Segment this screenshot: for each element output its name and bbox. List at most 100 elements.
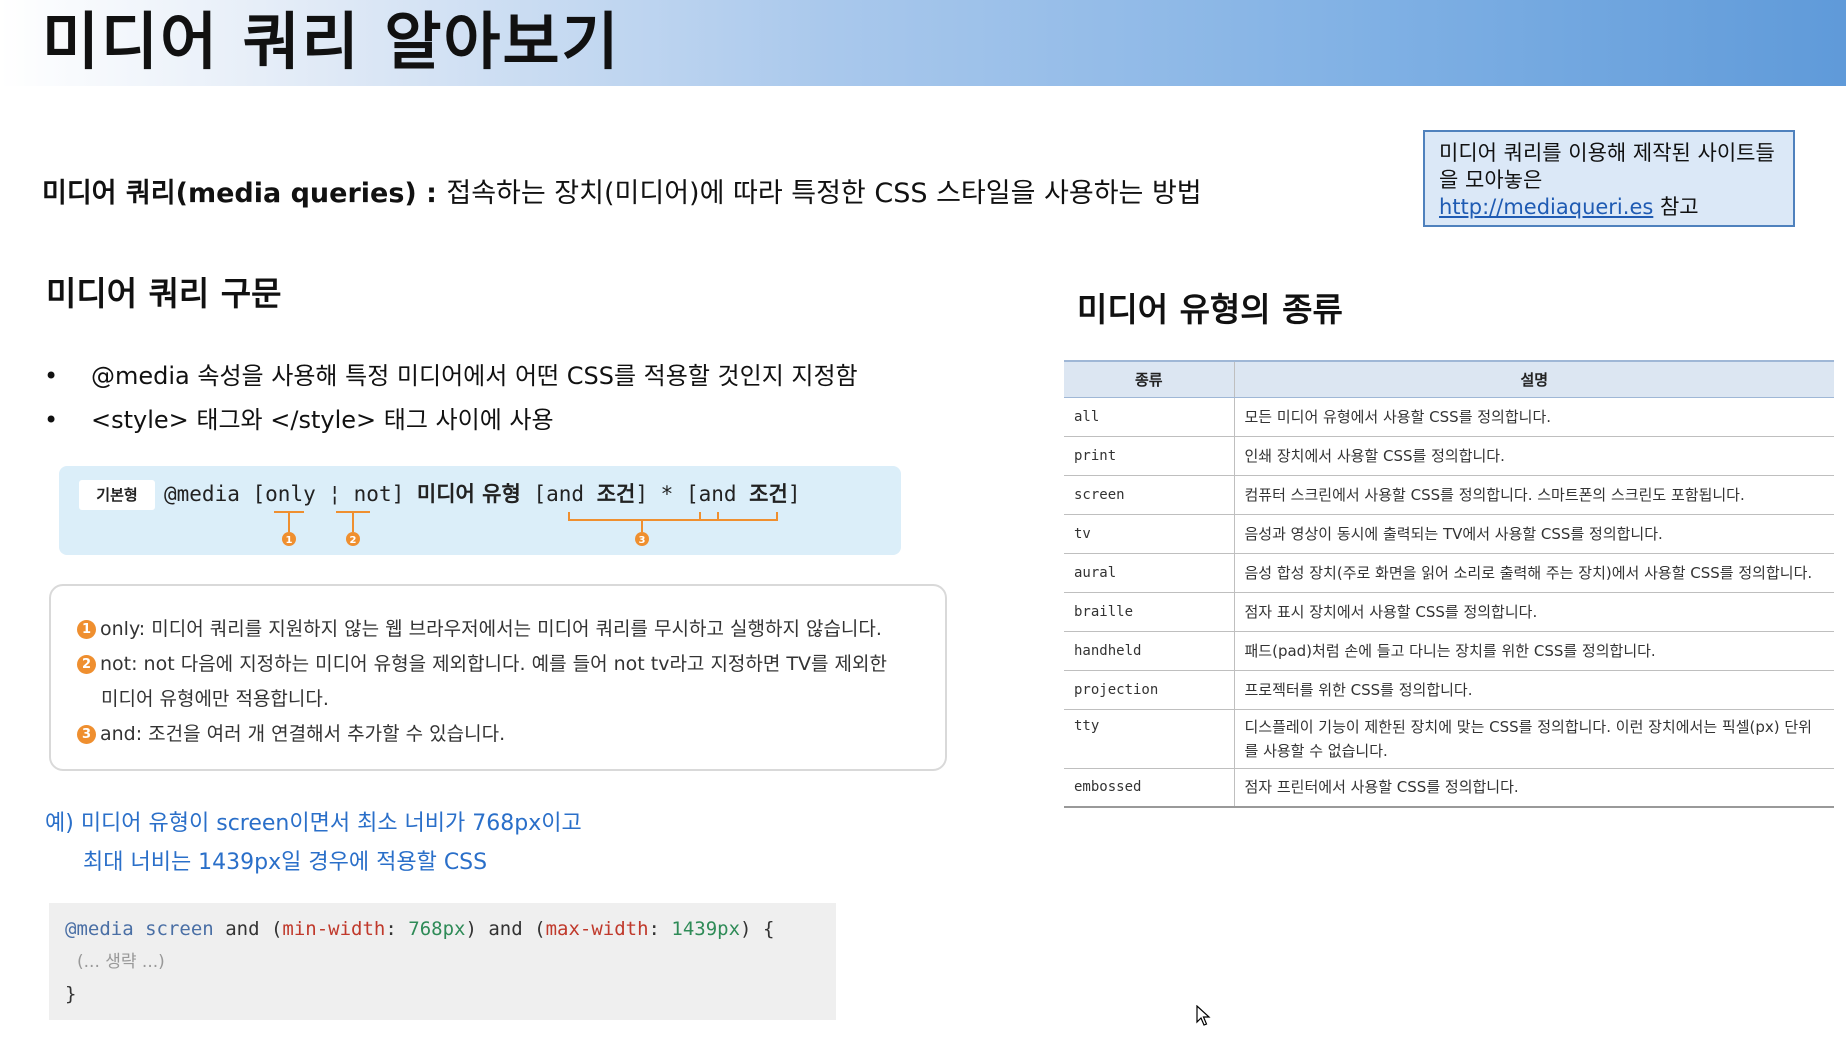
table-row: tty 디스플레이 기능이 제한된 장치에 맞는 CSS를 정의합니다. 이런 장… — [1064, 709, 1834, 769]
definition-term: 미디어 쿼리(media queries) — [42, 178, 417, 209]
explanation-item: 2 not: not 다음에 지정하는 미디어 유형을 제외합니다. 예를 들어 … — [77, 647, 919, 682]
media-type-cell: tty — [1064, 709, 1235, 769]
column-header-type: 종류 — [1064, 360, 1235, 398]
table-row: screen 컴퓨터 스크린에서 사용할 CSS를 정의합니다. 스마트폰의 스크… — [1064, 475, 1834, 515]
description-cell: 점자 표시 장치에서 사용할 CSS를 정의합니다. — [1234, 592, 1834, 632]
code-line-1: @media screen and (min-width: 768px) and… — [65, 918, 775, 940]
code-line-3: } — [65, 978, 820, 1010]
reference-suffix: 참고 — [1653, 195, 1699, 219]
description-cell: 프로젝터를 위한 CSS를 정의합니다. — [1234, 670, 1834, 710]
code-screen: screen — [145, 918, 214, 940]
syntax-and1-cond: 조건 — [596, 482, 636, 506]
description-cell: 디스플레이 기능이 제한된 장치에 맞는 CSS를 정의합니다. 이런 장치에서… — [1234, 709, 1834, 769]
media-type-cell: tv — [1064, 514, 1235, 554]
bullet-icon: • — [44, 362, 59, 390]
page-title: 미디어 쿼리 알아보기 — [42, 5, 621, 78]
explanation-text: and: 조건을 여러 개 연결해서 추가할 수 있습니다. — [100, 723, 506, 745]
code-close-brace: } — [65, 983, 77, 1005]
bullet-text: <style> 태그와 </style> 태그 사이에 사용 — [91, 406, 554, 434]
explanation-text: not: not 다음에 지정하는 미디어 유형을 제외합니다. 예를 들어 n… — [100, 653, 887, 675]
explanation-item: 1 only: 미디어 쿼리를 지원하지 않는 웹 브라우저에서는 미디어 쿼리를… — [77, 612, 919, 647]
svg-text:1: 1 — [286, 535, 293, 546]
code-and: and — [488, 918, 523, 940]
number-1-icon: 1 — [77, 620, 96, 639]
code-comment: (... 생략 ...) — [77, 952, 165, 972]
explanation-item: 3 and: 조건을 여러 개 연결해서 추가할 수 있습니다. — [77, 717, 919, 752]
description-cell: 패드(pad)처럼 손에 들고 다니는 장치를 위한 CSS를 정의합니다. — [1234, 631, 1834, 671]
media-type-cell: print — [1064, 436, 1235, 476]
syntax-type: 미디어 유형 — [416, 482, 521, 506]
syntax-type-tag: 기본형 — [79, 480, 155, 510]
column-header-description: 설명 — [1234, 360, 1834, 398]
description-cell: 인쇄 장치에서 사용할 CSS를 정의합니다. — [1234, 436, 1834, 476]
code-line-2: (... 생략 ...) — [65, 945, 820, 978]
code-max-prop: max-width — [545, 918, 649, 940]
explanation-text: only: 미디어 쿼리를 지원하지 않는 웹 브라우저에서는 미디어 쿼리를 … — [100, 618, 882, 640]
syntax-and1-open: [and — [533, 482, 597, 506]
syntax-star: * — [660, 482, 674, 506]
bullet-item: • <style> 태그와 </style> 태그 사이에 사용 — [44, 398, 858, 442]
code-and: and — [225, 918, 260, 940]
syntax-and2-close: ] — [787, 482, 801, 506]
description-cell: 모든 미디어 유형에서 사용할 CSS를 정의합니다. — [1234, 397, 1834, 437]
syntax-only-not: [only ¦ not] — [252, 482, 405, 506]
number-3-icon: 3 — [77, 725, 96, 744]
explanation-item: 미디어 유형에만 적용합니다. — [77, 682, 919, 717]
media-types-table: 종류 설명 all 모든 미디어 유형에서 사용할 CSS를 정의합니다. pri… — [1064, 360, 1834, 808]
explanation-text: 미디어 유형에만 적용합니다. — [101, 688, 329, 710]
table-header-row: 종류 설명 — [1064, 360, 1834, 398]
syntax-code: @media [only ¦ not] 미디어 유형 [and 조건] * [a… — [164, 478, 800, 510]
svg-text:2: 2 — [350, 535, 357, 546]
table-row: all 모든 미디어 유형에서 사용할 CSS를 정의합니다. — [1064, 397, 1834, 437]
code-min-val: 768px — [408, 918, 466, 940]
code-example: @media screen and (min-width: 768px) and… — [49, 903, 836, 1020]
description-cell: 음성 합성 장치(주로 화면을 읽어 소리로 출력해 주는 장치)에서 사용할 … — [1234, 553, 1834, 593]
types-heading: 미디어 유형의 종류 — [1077, 290, 1343, 329]
syntax-media: @media — [164, 482, 240, 506]
code-min-prop: min-width — [282, 918, 386, 940]
example-text: 예) 미디어 유형이 screen이면서 최소 너비가 768px이고 최대 너… — [45, 804, 582, 882]
table-row: projection 프로젝터를 위한 CSS를 정의합니다. — [1064, 670, 1834, 710]
syntax-heading: 미디어 쿼리 구문 — [46, 274, 282, 313]
media-type-cell: screen — [1064, 475, 1235, 515]
media-type-cell: projection — [1064, 670, 1235, 710]
media-type-cell: aural — [1064, 553, 1235, 593]
svg-text:3: 3 — [639, 535, 646, 546]
definition-text: 접속하는 장치(미디어)에 따라 특정한 CSS 스타일을 사용하는 방법 — [446, 178, 1202, 209]
bullet-text: @media 속성을 사용해 특정 미디어에서 어떤 CSS를 적용할 것인지 … — [91, 362, 858, 390]
example-line-2: 최대 너비는 1439px일 경우에 적용할 CSS — [83, 850, 488, 875]
description-cell: 점자 프린터에서 사용할 CSS를 정의합니다. — [1234, 768, 1834, 808]
code-open-brace: { — [762, 918, 775, 940]
media-type-cell: embossed — [1064, 768, 1235, 808]
description-cell: 음성과 영상이 동시에 출력되는 TV에서 사용할 CSS를 정의합니다. — [1234, 514, 1834, 554]
media-type-cell: handheld — [1064, 631, 1235, 671]
syntax-box: 1 2 3 기본형 @media [only ¦ not] 미디어 유형 [an… — [59, 466, 901, 555]
title-banner: 미디어 쿼리 알아보기 — [0, 0, 1846, 86]
media-type-cell: braille — [1064, 592, 1235, 632]
reference-text: 미디어 쿼리를 이용해 제작된 사이트들을 모아놓은 — [1439, 141, 1775, 192]
definition-line: 미디어 쿼리(media queries) : 접속하는 장치(미디어)에 따라… — [42, 174, 1202, 214]
syntax-and1-close: ] — [635, 482, 648, 506]
mouse-pointer-icon — [1196, 1005, 1211, 1026]
table-row: aural 음성 합성 장치(주로 화면을 읽어 소리로 출력해 주는 장치)에서… — [1064, 553, 1834, 593]
syntax-and2-open: [and — [685, 482, 750, 506]
description-cell: 컴퓨터 스크린에서 사용할 CSS를 정의합니다. 스마트폰의 스크린도 포함됩… — [1234, 475, 1834, 515]
reference-link[interactable]: http://mediaqueri.es — [1439, 195, 1653, 219]
table-row: tv 음성과 영상이 동시에 출력되는 TV에서 사용할 CSS를 정의합니다. — [1064, 514, 1834, 554]
explanation-box: 1 only: 미디어 쿼리를 지원하지 않는 웹 브라우저에서는 미디어 쿼리를… — [49, 584, 947, 771]
table-row: handheld 패드(pad)처럼 손에 들고 다니는 장치를 위한 CSS를 … — [1064, 631, 1834, 671]
table-row: embossed 점자 프린터에서 사용할 CSS를 정의합니다. — [1064, 768, 1834, 808]
table-row: print 인쇄 장치에서 사용할 CSS를 정의합니다. — [1064, 436, 1834, 476]
number-2-icon: 2 — [77, 655, 96, 674]
syntax-and2-cond: 조건 — [749, 482, 788, 506]
bullet-icon: • — [44, 406, 59, 434]
code-at-media: @media — [65, 918, 134, 940]
example-line-1: 예) 미디어 유형이 screen이면서 최소 너비가 768px이고 — [45, 811, 582, 836]
syntax-bullet-list: • @media 속성을 사용해 특정 미디어에서 어떤 CSS를 적용할 것인지… — [44, 354, 858, 442]
media-type-cell: all — [1064, 397, 1235, 437]
reference-note: 미디어 쿼리를 이용해 제작된 사이트들을 모아놓은 http://mediaq… — [1423, 130, 1795, 227]
definition-separator: : — [416, 178, 447, 209]
code-max-val: 1439px — [671, 918, 741, 940]
table-row: braille 점자 표시 장치에서 사용할 CSS를 정의합니다. — [1064, 592, 1834, 632]
bullet-item: • @media 속성을 사용해 특정 미디어에서 어떤 CSS를 적용할 것인지… — [44, 354, 858, 398]
